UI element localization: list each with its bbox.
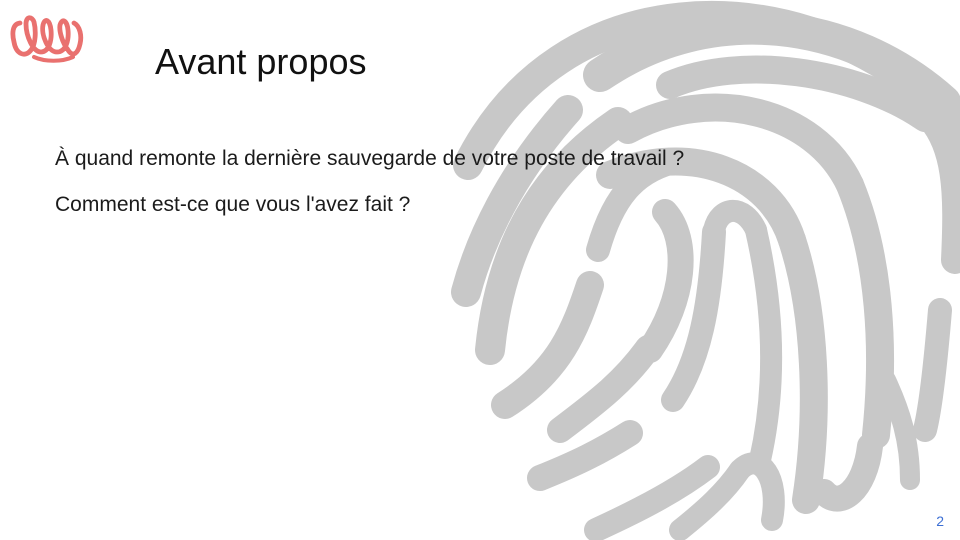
slide-title: Avant propos <box>155 41 367 82</box>
presentation-slide: Avant propos À quand remonte la dernière… <box>0 0 960 540</box>
page-number: 2 <box>936 513 944 529</box>
question-line-2: Comment est-ce que vous l'avez fait ? <box>55 193 411 216</box>
fingerprint-ridges <box>451 0 960 540</box>
question-line-1: À quand remonte la dernière sauvegarde d… <box>55 147 685 170</box>
logo-stroke <box>10 15 84 57</box>
brand-logo-icon <box>10 15 84 63</box>
fingerprint-icon <box>451 0 960 540</box>
logo-underline <box>32 55 75 63</box>
